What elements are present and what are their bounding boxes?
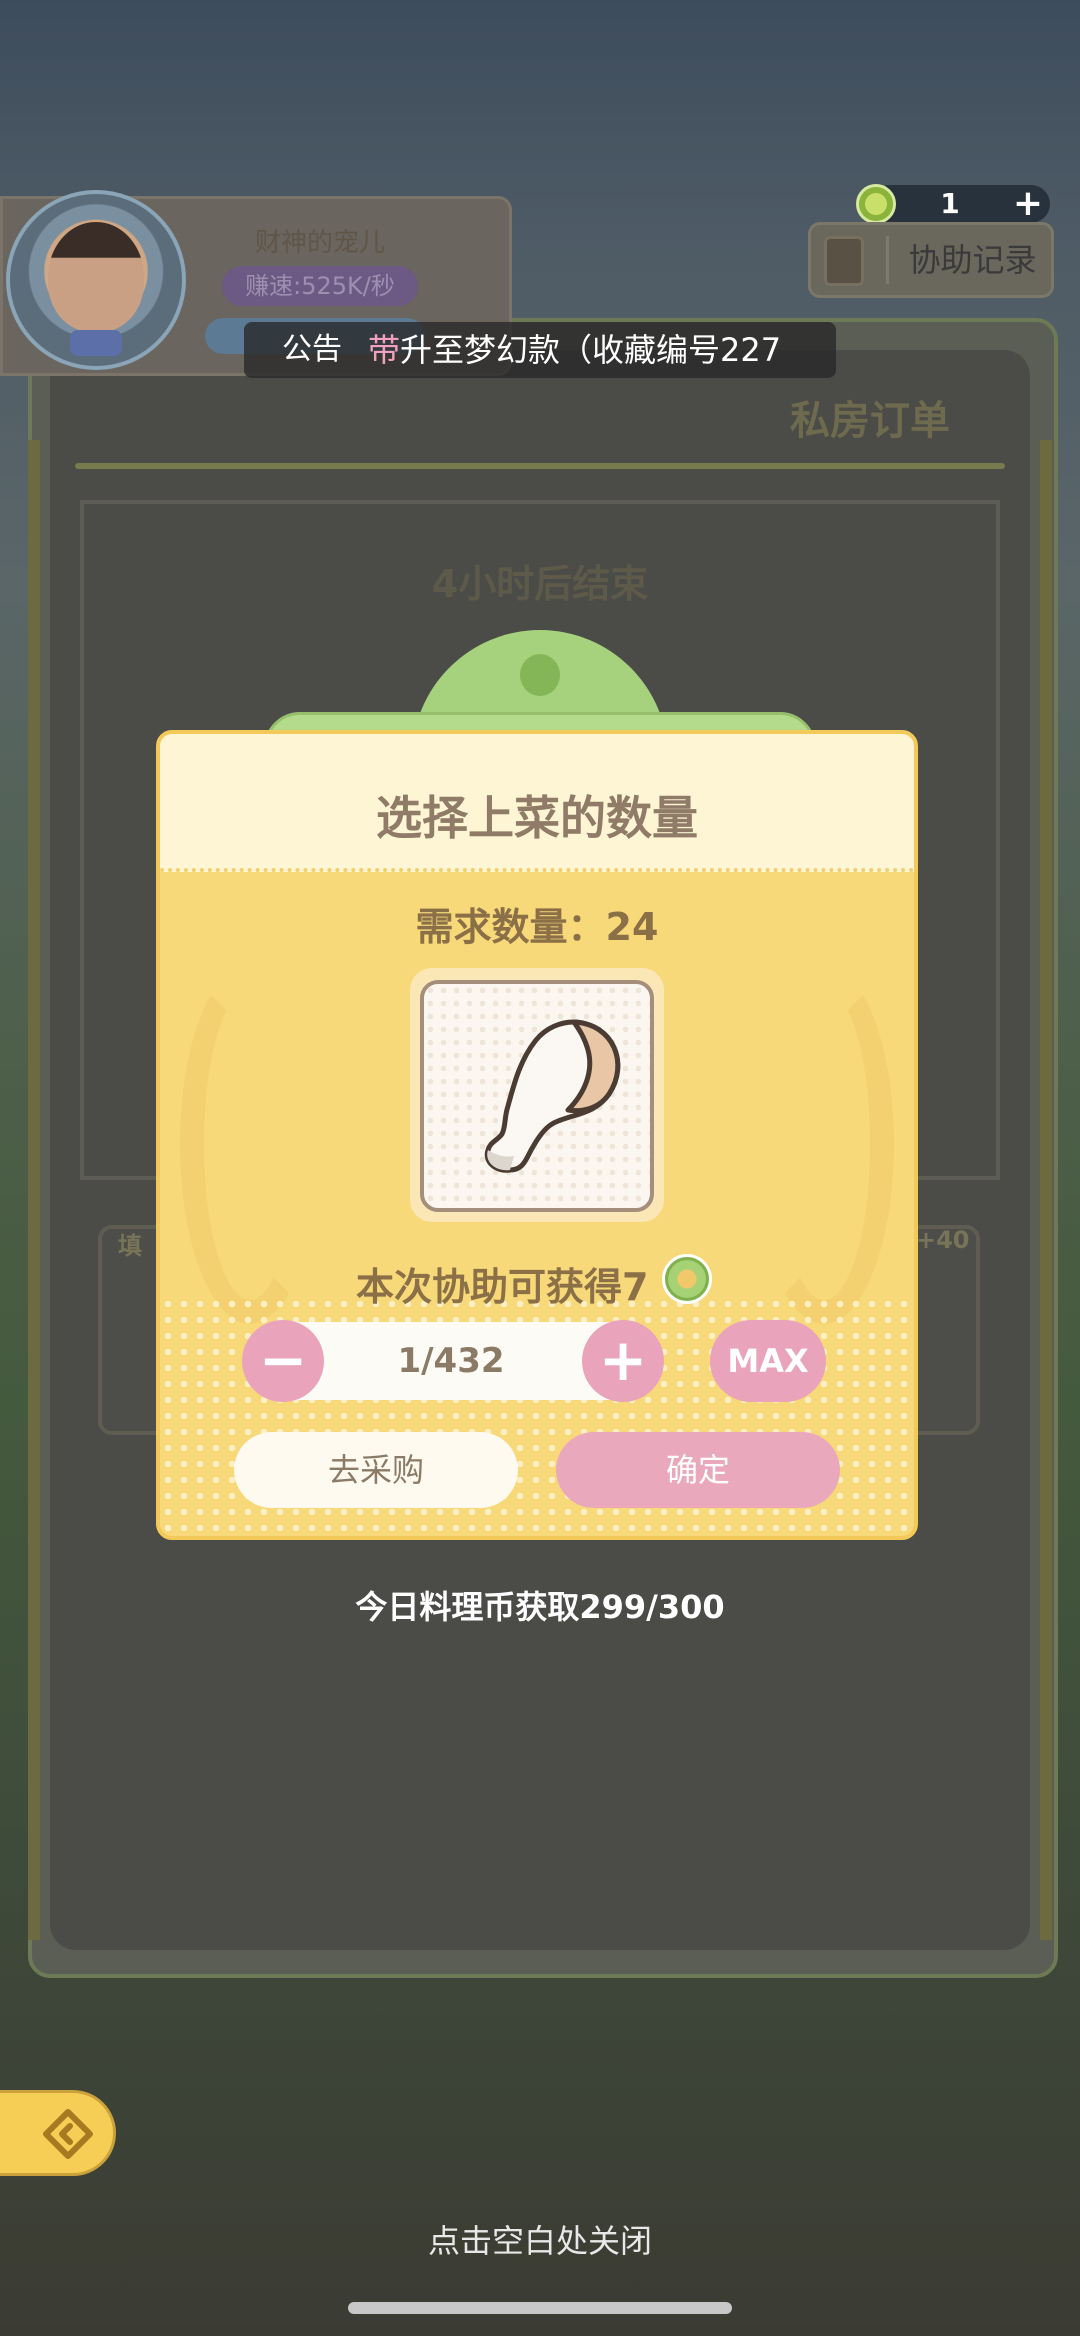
frame-border <box>80 500 1000 504</box>
announcement-label: 公告 <box>282 332 342 367</box>
add-currency-button[interactable]: + <box>1008 185 1048 223</box>
frame-border <box>80 500 84 1180</box>
card-label: +40 <box>916 1226 970 1254</box>
increase-button[interactable]: + <box>582 1320 664 1402</box>
assist-record-label: 协助记录 <box>908 241 1037 279</box>
quantity-value[interactable]: 1/432 <box>272 1322 630 1400</box>
avatar-bow-decoration <box>70 330 122 356</box>
confirm-button[interactable]: 确定 <box>556 1432 840 1508</box>
frame-border <box>996 500 1000 1180</box>
announcement-message: 升至梦幻款（收藏编号227 <box>400 331 782 369</box>
panel-side-stripe <box>28 440 40 1940</box>
card-label: 填 <box>118 1232 142 1260</box>
laurel-decoration <box>754 964 894 1324</box>
max-button[interactable]: MAX <box>710 1320 826 1402</box>
tap-to-close-hint[interactable]: 点击空白处关闭 <box>0 2216 1080 2262</box>
cooking-coin-icon <box>662 1254 712 1304</box>
order-title: 私房订单 <box>790 398 950 444</box>
divider <box>75 463 1005 469</box>
go-purchase-button[interactable]: 去采购 <box>234 1432 518 1508</box>
currency-count: 1 <box>940 187 960 220</box>
coin-icon <box>856 184 896 224</box>
reward-text: 本次协助可获得7 <box>356 1265 649 1309</box>
hanger-hole <box>520 654 560 696</box>
drumstick-icon <box>484 1019 621 1173</box>
announcement-banner: 公告 带升至梦幻款（收藏编号227 <box>244 322 836 378</box>
profile-name: 财神的宠儿 <box>254 228 385 258</box>
panel-side-stripe <box>1040 440 1052 1940</box>
notebook-icon <box>824 236 864 286</box>
announcement-highlight: 带 <box>368 331 401 369</box>
item-slot <box>420 980 654 1212</box>
laurel-decoration <box>180 964 320 1324</box>
order-timer: 4小时后结束 <box>431 562 649 606</box>
divider <box>886 236 889 284</box>
announcement-text: 带升至梦幻款（收藏编号227 <box>368 322 781 378</box>
home-indicator[interactable] <box>348 2302 732 2314</box>
back-arrow-icon <box>43 2109 93 2159</box>
earning-speed-badge: 赚速:525K/秒 <box>222 266 418 306</box>
dialog-title: 选择上菜的数量 <box>376 791 698 845</box>
avatar-portrait <box>48 222 144 332</box>
demand-quantity: 需求数量：24 <box>415 905 659 949</box>
daily-coin-progress: 今日料理币获取299/300 <box>355 1588 725 1626</box>
